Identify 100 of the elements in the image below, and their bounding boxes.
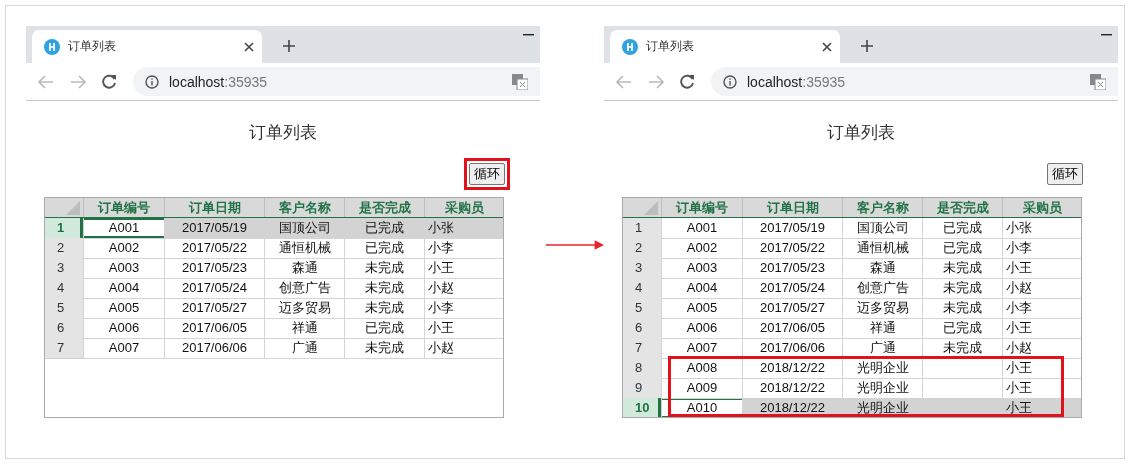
table-cell: 小张 — [424, 218, 503, 239]
table-cell: 未完成 — [922, 258, 1002, 279]
url-host: localhost — [169, 73, 225, 90]
close-icon[interactable] — [244, 41, 254, 52]
column-header[interactable]: 客户名称 — [842, 198, 922, 217]
info-icon — [723, 74, 737, 89]
table-cell: 小王 — [424, 258, 503, 279]
row-header[interactable]: 5 — [45, 298, 83, 319]
row-header[interactable]: 1 — [623, 218, 661, 239]
tab-title: 订单列表 — [68, 38, 117, 55]
row-header[interactable]: 5 — [623, 298, 661, 319]
table-cell: 2017/06/06 — [742, 338, 842, 359]
row-header[interactable]: 3 — [45, 258, 83, 279]
table-cell: 2017/05/19 — [742, 218, 842, 239]
table-cell: A001 — [661, 218, 742, 239]
table-cell: 小赵 — [1002, 338, 1081, 359]
table-cell: A007 — [661, 338, 742, 359]
row-header[interactable]: 4 — [623, 278, 661, 299]
loop-button[interactable]: 循环 — [1047, 163, 1083, 185]
table-cell: 2017/05/27 — [164, 298, 264, 319]
row-header[interactable]: 4 — [45, 278, 83, 299]
table-cell: 2017/05/27 — [742, 298, 842, 319]
reload-icon[interactable] — [102, 74, 117, 89]
page-title: 订单列表 — [827, 122, 895, 144]
table-cell: 已完成 — [922, 238, 1002, 259]
table-cell: A005 — [83, 298, 164, 319]
table-cell: 未完成 — [922, 278, 1002, 299]
translate-icon[interactable] — [512, 73, 528, 90]
table-cell: 2017/06/05 — [164, 318, 264, 339]
column-header[interactable]: 是否完成 — [922, 198, 1002, 217]
table-cell: A005 — [661, 298, 742, 319]
table-cell: 已完成 — [922, 318, 1002, 339]
table-cell: 2017/05/24 — [742, 278, 842, 299]
table-cell: 国顶公司 — [842, 218, 922, 239]
row-header[interactable]: 9 — [623, 378, 661, 399]
close-icon[interactable] — [822, 41, 832, 52]
address-bar[interactable]: localhost:35935 — [711, 67, 1118, 96]
table-cell: 未完成 — [344, 278, 424, 299]
row-header[interactable]: 2 — [623, 238, 661, 259]
row-header[interactable]: 1 — [45, 218, 83, 239]
table-cell: A008 — [661, 358, 742, 379]
address-bar[interactable]: localhost:35935 — [133, 67, 540, 96]
table-cell: A006 — [661, 318, 742, 339]
table-cell: A004 — [661, 278, 742, 299]
table-cell: 未完成 — [344, 298, 424, 319]
row-header[interactable]: 3 — [623, 258, 661, 279]
table-cell: A007 — [83, 338, 164, 359]
table-cell: 2017/05/23 — [742, 258, 842, 279]
table-cell: 2018/12/22 — [742, 358, 842, 379]
row-header[interactable]: 2 — [45, 238, 83, 259]
row-header[interactable]: 10 — [623, 398, 661, 417]
row-header[interactable]: 6 — [623, 318, 661, 339]
table-cell: 未完成 — [922, 338, 1002, 359]
row-header[interactable]: 7 — [45, 338, 83, 359]
row-header[interactable]: 7 — [623, 338, 661, 359]
table-cell: 已完成 — [344, 318, 424, 339]
browser-tab[interactable]: 订单列表 — [32, 30, 262, 63]
table-cell: 小赵 — [1002, 278, 1081, 299]
table-cell: 已完成 — [344, 238, 424, 259]
column-header[interactable]: 订单编号 — [661, 198, 742, 217]
favicon-icon — [622, 38, 638, 55]
table-cell: 迈多贸易 — [264, 298, 344, 319]
plus-icon[interactable] — [860, 39, 874, 53]
table-cell: 小王 — [1002, 358, 1081, 379]
table-cell: 国顶公司 — [264, 218, 344, 239]
table-cell: A006 — [83, 318, 164, 339]
column-header[interactable]: 订单日期 — [164, 198, 264, 217]
url-host: localhost — [747, 73, 803, 90]
column-header[interactable]: 采购员 — [1002, 198, 1081, 217]
row-header[interactable]: 6 — [45, 318, 83, 339]
translate-icon[interactable] — [1090, 73, 1106, 90]
minimize-icon[interactable] — [1101, 34, 1112, 36]
column-header[interactable]: 是否完成 — [344, 198, 424, 217]
table-cell: 2017/05/22 — [164, 238, 264, 259]
table-cell: 2017/06/05 — [742, 318, 842, 339]
table-cell: A009 — [661, 378, 742, 399]
table-cell: 小张 — [1002, 218, 1081, 239]
minimize-icon[interactable] — [523, 34, 534, 36]
table-cell: 2017/05/23 — [164, 258, 264, 279]
table-cell: 已完成 — [344, 218, 424, 239]
page-title: 订单列表 — [249, 122, 317, 144]
browser-tab[interactable]: 订单列表 — [610, 30, 840, 63]
column-header[interactable]: 订单编号 — [83, 198, 164, 217]
loop-button[interactable]: 循环 — [469, 163, 505, 185]
table-cell: 创意广告 — [264, 278, 344, 299]
column-header[interactable]: 采购员 — [424, 198, 503, 217]
arrow-icon — [546, 240, 604, 250]
table-cell: 广通 — [842, 338, 922, 359]
table-cell: 祥通 — [264, 318, 344, 339]
table-cell: 广通 — [264, 338, 344, 359]
reload-icon[interactable] — [680, 74, 695, 89]
table-cell: 2017/05/22 — [742, 238, 842, 259]
table-cell: 森通 — [264, 258, 344, 279]
table-cell: 小李 — [424, 298, 503, 319]
plus-icon[interactable] — [282, 39, 296, 53]
column-header[interactable]: 订单日期 — [742, 198, 842, 217]
table-cell: A004 — [83, 278, 164, 299]
row-header[interactable]: 8 — [623, 358, 661, 379]
url-port: :35935 — [224, 73, 268, 90]
column-header[interactable]: 客户名称 — [264, 198, 344, 217]
